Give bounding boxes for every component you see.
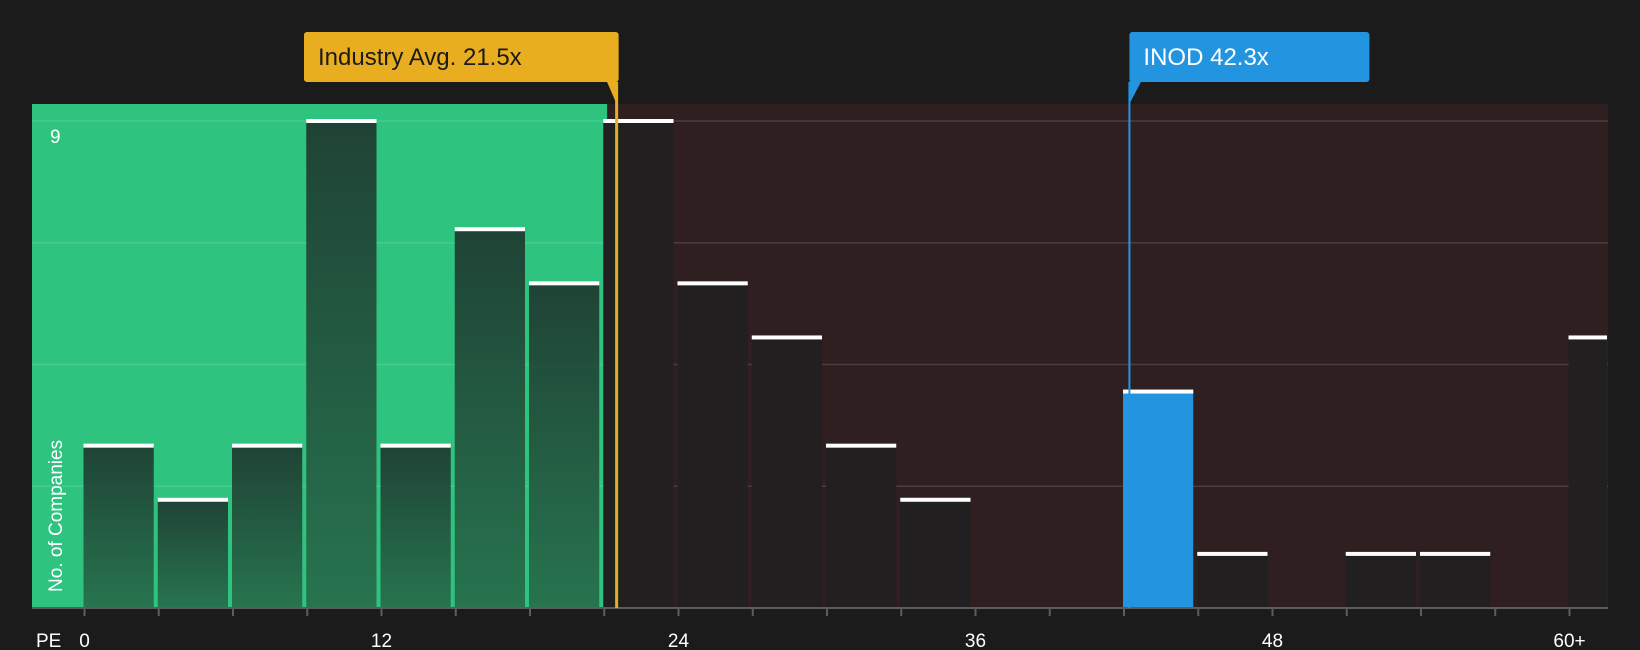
bar-cap-60 <box>1568 335 1607 340</box>
bar-42 <box>1123 391 1194 608</box>
bar-cap-3 <box>157 497 228 502</box>
bar-cap-12 <box>380 443 451 448</box>
bar-6 <box>232 445 303 608</box>
bar-cap-9 <box>306 119 377 123</box>
bar-24 <box>677 283 748 608</box>
bar-9 <box>306 121 377 608</box>
bar-cap-15 <box>454 227 525 232</box>
company-marker-label: INOD 42.3x <box>1143 44 1268 71</box>
x-tick-label-48: 48 <box>1262 631 1283 650</box>
bar-12 <box>380 445 451 608</box>
x-tick-label-60plus: 60+ <box>1553 631 1585 650</box>
bar-cap-24 <box>677 281 748 286</box>
bar-cap-6 <box>232 443 303 448</box>
bar-cap-33 <box>900 497 971 502</box>
bar-60 <box>1568 337 1607 608</box>
bar-cap-21 <box>603 119 674 123</box>
x-axis-title: PE <box>36 631 61 650</box>
bar-cap-18 <box>529 281 600 286</box>
bar-cap-30 <box>826 443 897 448</box>
bar-cap-27 <box>751 335 822 340</box>
bar-0 <box>83 445 154 608</box>
industry-marker-label: Industry Avg. 21.5x <box>318 44 522 71</box>
bar-cap-45 <box>1197 551 1268 556</box>
bar-51 <box>1345 553 1416 608</box>
x-tick-label-12: 12 <box>371 631 392 650</box>
bar-54 <box>1420 553 1491 608</box>
bar-21 <box>603 121 674 608</box>
bar-33 <box>900 499 971 608</box>
bar-cap-51 <box>1345 551 1416 556</box>
y-tick-9: 9 <box>50 127 61 148</box>
bar-27 <box>751 337 822 608</box>
bar-cap-54 <box>1420 551 1491 556</box>
bar-3 <box>157 499 228 608</box>
bar-45 <box>1197 553 1268 608</box>
bar-30 <box>826 445 897 608</box>
pe-distribution-chart: 0 12 24 36 48 60+ Industry Avg. 21.5x INOD 42.… <box>32 32 1608 650</box>
bar-cap-0 <box>83 443 154 448</box>
bar-18 <box>529 283 600 608</box>
y-axis-title: No. of Companies <box>46 440 67 592</box>
bar-15 <box>454 229 525 608</box>
company-marker-pointer <box>1129 81 1142 104</box>
bar-cap-42 <box>1123 389 1194 394</box>
x-tick-label-36: 36 <box>965 631 986 650</box>
x-tick-label-24: 24 <box>668 631 690 650</box>
x-tick-label-0: 0 <box>79 631 90 650</box>
